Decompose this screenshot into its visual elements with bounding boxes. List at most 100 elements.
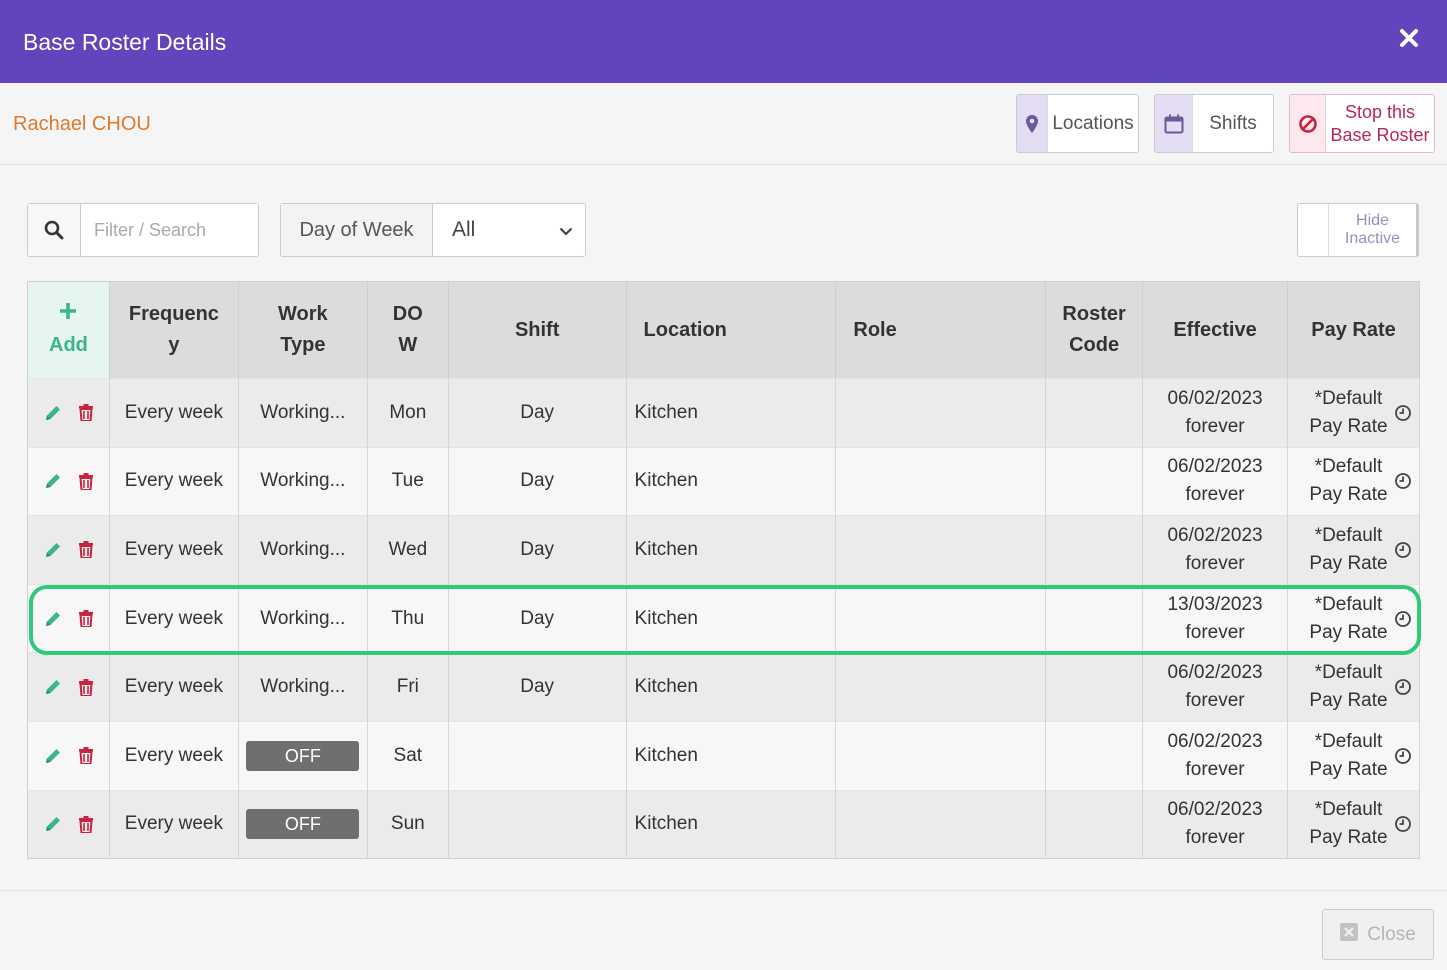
- effective-date: 06/02/2023: [1167, 456, 1263, 478]
- pay-rate-line1: *Default: [1314, 456, 1383, 478]
- add-button[interactable]: Add: [27, 281, 110, 379]
- row-actions: [27, 789, 110, 859]
- pay-rate-line1: *Default: [1314, 593, 1383, 615]
- trash-icon[interactable]: [78, 541, 93, 559]
- cell-effective: 06/02/2023 forever: [1142, 789, 1288, 859]
- cell-frequency: Every week: [109, 652, 239, 722]
- col-role[interactable]: Role: [835, 281, 1047, 379]
- hide-inactive-label: Hide Inactive: [1329, 204, 1416, 256]
- hide-inactive-toggle[interactable]: Hide Inactive: [1297, 203, 1419, 257]
- clock-icon[interactable]: [1394, 678, 1412, 696]
- locations-button-label: Locations: [1052, 113, 1134, 134]
- trash-icon[interactable]: [78, 815, 93, 833]
- close-square-icon: [1340, 922, 1359, 947]
- cell-roster-code: [1045, 446, 1144, 516]
- close-icon[interactable]: [1399, 27, 1419, 49]
- cell-dow: Wed: [367, 515, 449, 585]
- search-icon[interactable]: [28, 204, 81, 256]
- table-row: Every week OFF Sat Kitchen 06/02/2023 forever…: [27, 720, 1420, 791]
- shifts-button-label: Shifts: [1209, 113, 1257, 134]
- cell-effective: 06/02/2023 forever: [1142, 378, 1288, 448]
- pencil-icon[interactable]: [44, 472, 62, 490]
- cell-location: Kitchen: [626, 652, 837, 722]
- effective-date: 13/03/2023: [1167, 593, 1263, 615]
- cell-location: Kitchen: [626, 720, 837, 791]
- cell-pay-rate: *Default Pay Rate: [1287, 720, 1420, 791]
- clock-icon[interactable]: [1394, 747, 1412, 765]
- close-button[interactable]: Close: [1322, 909, 1434, 960]
- cell-location: Kitchen: [626, 378, 837, 448]
- cell-role: [835, 789, 1047, 859]
- cell-roster-code: [1045, 720, 1144, 791]
- trash-icon[interactable]: [78, 472, 93, 490]
- work-type-text: Working...: [260, 676, 346, 698]
- pencil-icon[interactable]: [44, 747, 62, 765]
- col-shift[interactable]: Shift: [448, 281, 627, 379]
- locations-button[interactable]: Locations: [1016, 94, 1139, 153]
- hide-inactive-line2: Inactive: [1344, 230, 1401, 247]
- cell-role: [835, 446, 1047, 516]
- col-dow[interactable]: DO W: [367, 281, 449, 379]
- plus-icon: [28, 299, 109, 330]
- clock-icon[interactable]: [1394, 472, 1412, 490]
- cell-work-type: Working...: [238, 378, 368, 448]
- cell-location: Kitchen: [626, 583, 837, 653]
- pencil-icon[interactable]: [44, 678, 62, 696]
- chevron-down-icon: [559, 218, 573, 242]
- pay-rate-line2: Pay Rate: [1309, 621, 1388, 643]
- pay-rate-line1: *Default: [1314, 524, 1383, 546]
- col-effective[interactable]: Effective: [1142, 281, 1288, 379]
- cell-dow: Mon: [367, 378, 449, 448]
- col-dow-l1: DO: [392, 303, 423, 325]
- cell-frequency: Every week: [109, 515, 239, 585]
- cell-work-type: OFF: [238, 720, 368, 791]
- col-work-type[interactable]: Work Type: [238, 281, 368, 379]
- effective-until: forever: [1185, 827, 1245, 849]
- stop-label-line2: Base Roster: [1330, 124, 1430, 145]
- col-pay-rate[interactable]: Pay Rate: [1287, 281, 1420, 379]
- trash-icon[interactable]: [78, 747, 93, 765]
- cell-work-type: Working...: [238, 583, 368, 653]
- cell-frequency: Every week: [109, 446, 239, 516]
- col-location[interactable]: Location: [626, 281, 837, 379]
- day-of-week-select[interactable]: All: [433, 204, 585, 256]
- clock-icon[interactable]: [1394, 610, 1412, 628]
- row-actions: [27, 652, 110, 722]
- clock-icon[interactable]: [1394, 815, 1412, 833]
- cell-effective: 06/02/2023 forever: [1142, 446, 1288, 516]
- effective-date: 06/02/2023: [1167, 662, 1263, 684]
- user-name: Rachael CHOU: [13, 113, 151, 135]
- clock-icon[interactable]: [1394, 541, 1412, 559]
- cell-effective: 06/02/2023 forever: [1142, 652, 1288, 722]
- hide-inactive-line1: Hide: [1356, 212, 1389, 229]
- effective-date: 06/02/2023: [1167, 524, 1263, 546]
- trash-icon[interactable]: [78, 610, 93, 628]
- cell-dow: Fri: [367, 652, 449, 722]
- cell-roster-code: [1045, 789, 1144, 859]
- toggle-switch: [1298, 204, 1329, 256]
- trash-icon[interactable]: [78, 678, 93, 696]
- roster-table: Add Frequenc y Work Type DO W Shift Locatio…: [27, 281, 1420, 860]
- pencil-icon[interactable]: [44, 610, 62, 628]
- pencil-icon[interactable]: [44, 541, 62, 559]
- stop-base-roster-button[interactable]: Stop this Base Roster: [1289, 94, 1435, 153]
- cell-frequency: Every week: [109, 583, 239, 653]
- clock-icon[interactable]: [1394, 404, 1412, 422]
- effective-until: forever: [1185, 621, 1245, 643]
- stop-label-line1: Stop this: [1344, 101, 1416, 122]
- trash-icon[interactable]: [78, 404, 93, 422]
- cell-shift: Day: [448, 583, 627, 653]
- pay-rate-line1: *Default: [1314, 730, 1383, 752]
- pencil-icon[interactable]: [44, 404, 62, 422]
- ban-icon: [1290, 95, 1326, 152]
- pencil-icon[interactable]: [44, 815, 62, 833]
- map-marker-icon: [1017, 95, 1048, 152]
- col-frequency[interactable]: Frequenc y: [109, 281, 239, 379]
- effective-until: forever: [1185, 484, 1245, 506]
- cell-location: Kitchen: [626, 446, 837, 516]
- search-input[interactable]: [81, 204, 258, 256]
- shifts-button[interactable]: Shifts: [1154, 94, 1274, 153]
- col-roster-code[interactable]: Roster Code: [1045, 281, 1144, 379]
- work-type-text: Working...: [260, 401, 346, 423]
- roster-body: Every week Working... Mon Day Kitchen 06/02/2…: [27, 378, 1420, 859]
